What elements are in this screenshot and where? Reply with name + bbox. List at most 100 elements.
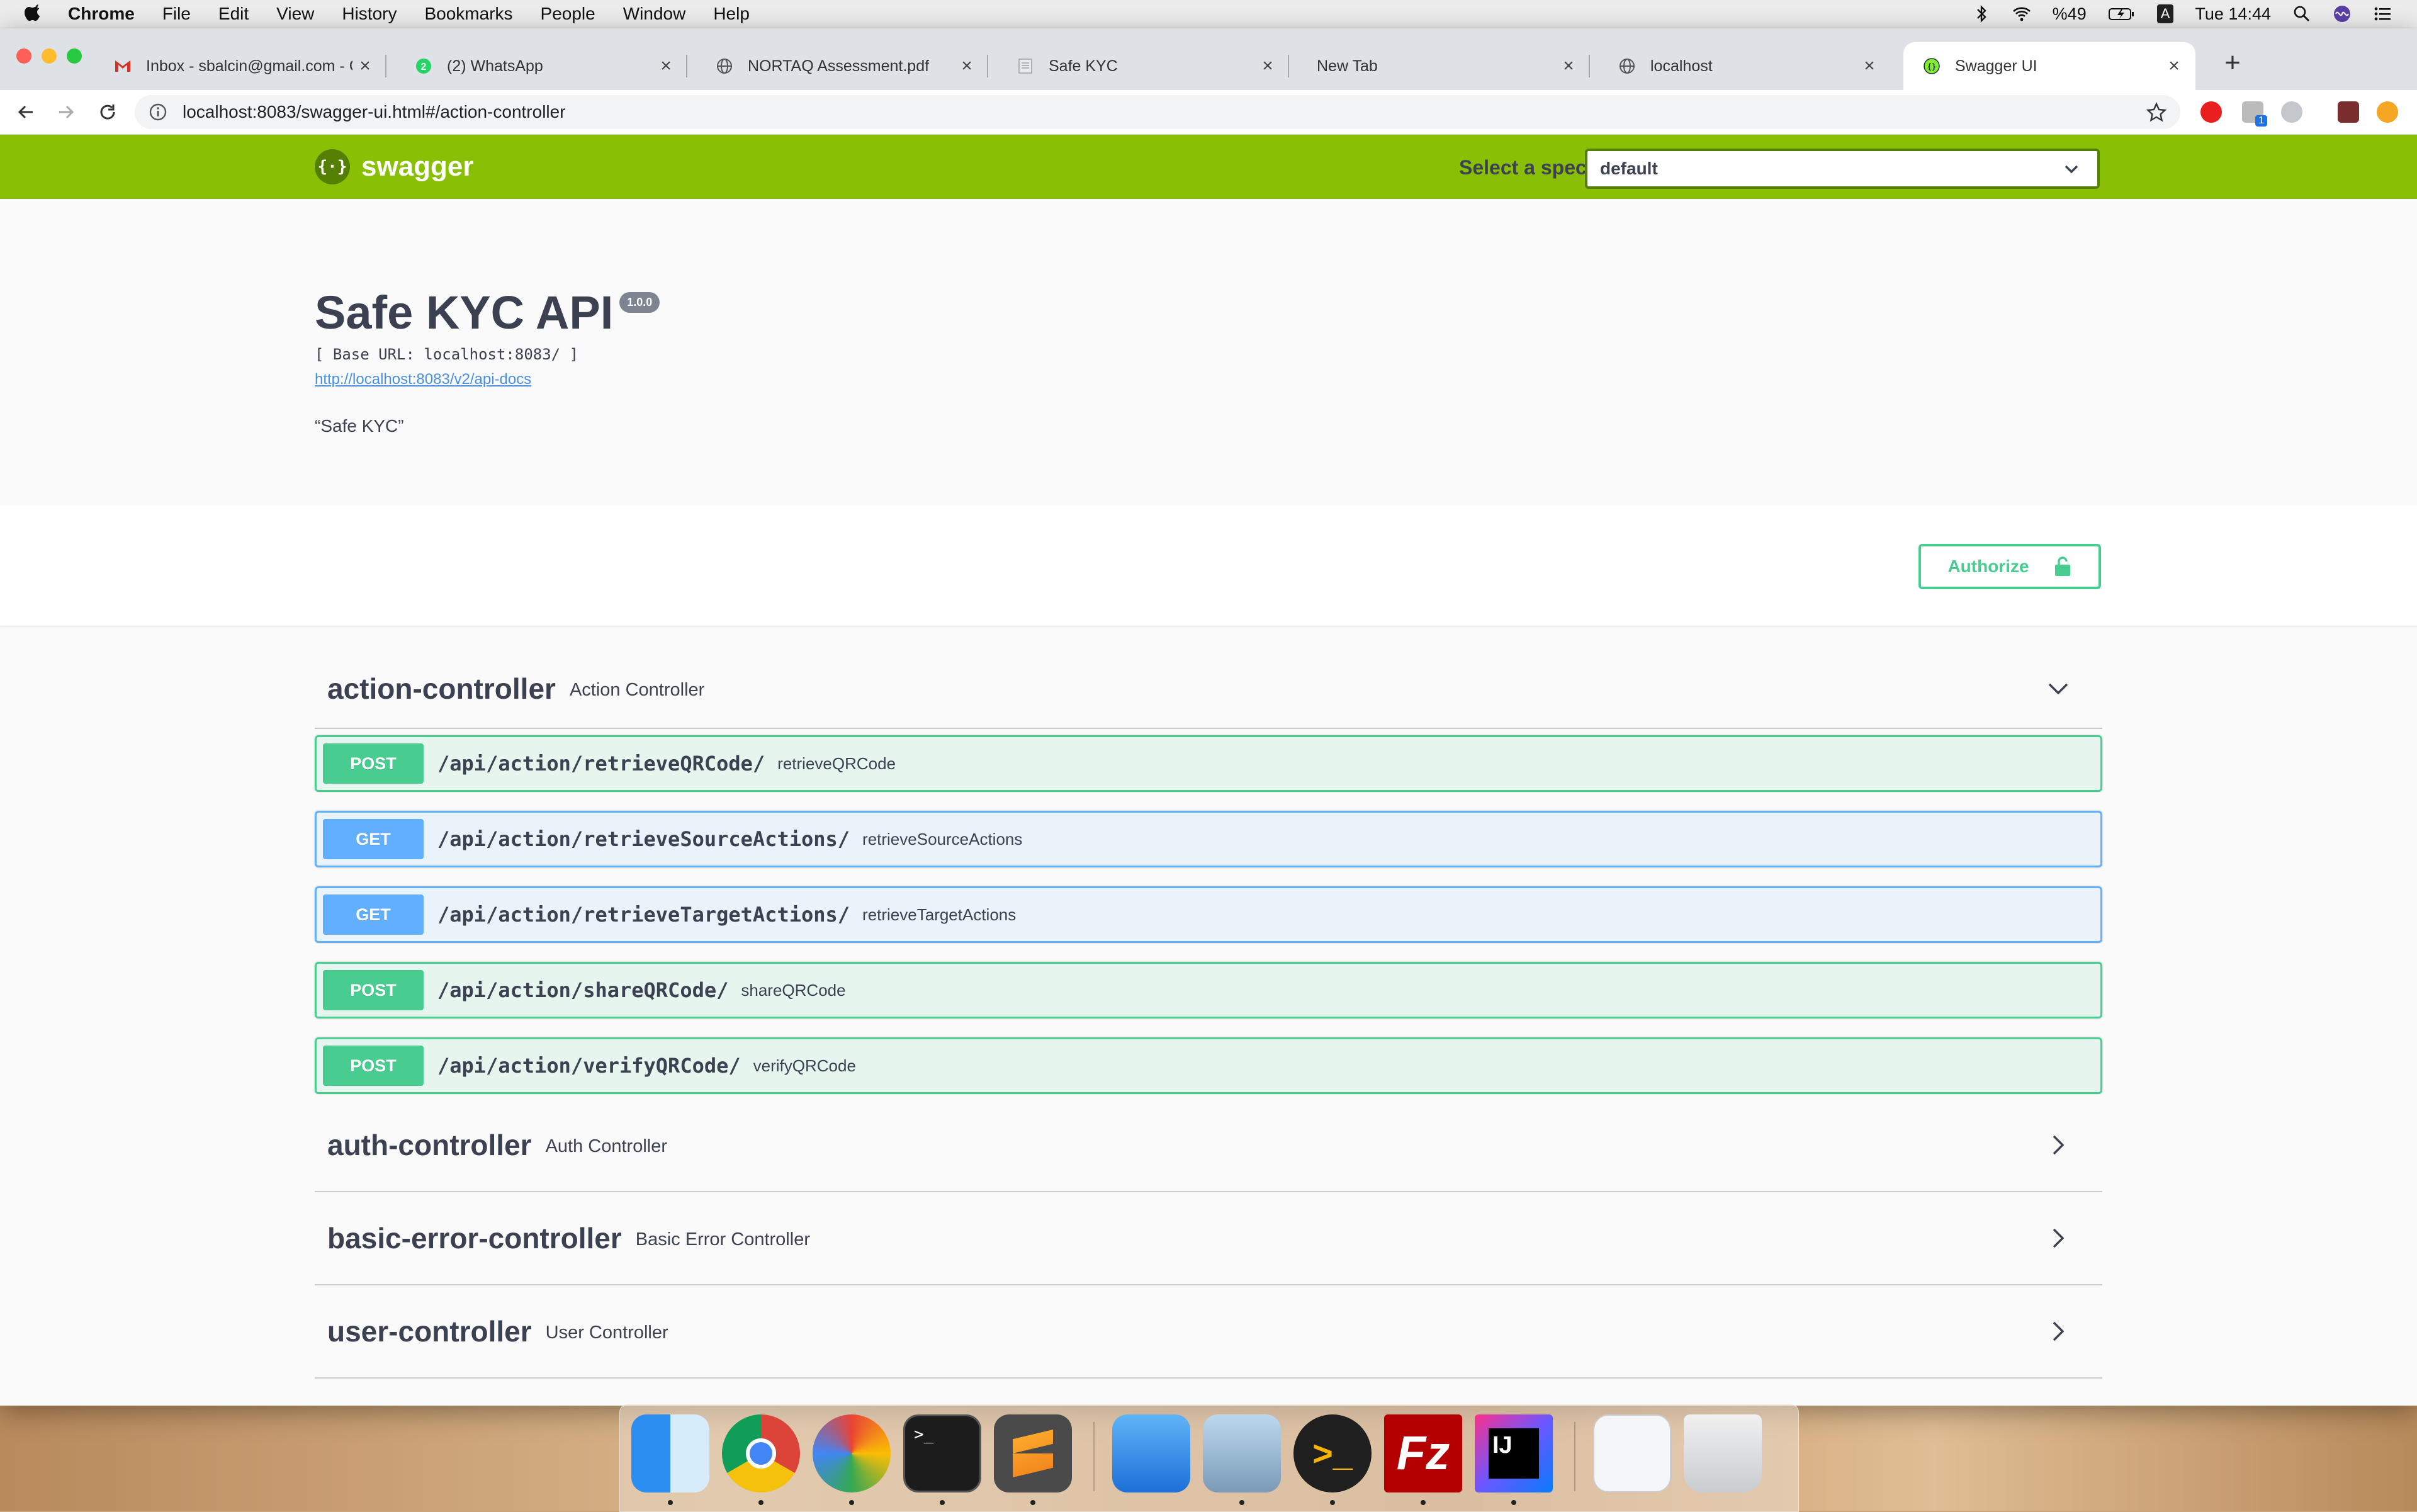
url-text[interactable]: localhost:8083/swagger-ui.html#/action-c… — [183, 102, 566, 122]
running-indicator — [758, 1500, 763, 1505]
menu-file[interactable]: File — [162, 4, 191, 24]
chevron-right-icon[interactable] — [2046, 1132, 2071, 1158]
swagger-logo[interactable]: {·} swagger — [315, 149, 474, 184]
tab-title: (2) WhatsApp — [447, 57, 543, 75]
wifi-icon[interactable] — [2012, 4, 2031, 23]
menu-bookmarks[interactable]: Bookmarks — [424, 4, 512, 24]
intellij-icon[interactable]: IJ — [1475, 1414, 1553, 1492]
spotlight-search-icon[interactable] — [2292, 4, 2311, 23]
sublime-text-icon[interactable] — [994, 1414, 1072, 1492]
forward-button[interactable] — [53, 99, 79, 125]
qr-code-app-icon[interactable] — [1593, 1414, 1671, 1492]
operation-path: /api/action/verifyQRCode/ — [437, 1054, 741, 1078]
globe-extension-icon[interactable] — [2281, 101, 2302, 123]
site-info-icon[interactable] — [149, 103, 167, 121]
finder-icon[interactable] — [631, 1414, 709, 1492]
tag-name: user-controller — [327, 1315, 532, 1348]
preview-icon[interactable] — [1203, 1414, 1281, 1492]
tab-close-icon[interactable]: × — [352, 55, 378, 77]
tab-close-icon[interactable]: × — [1556, 55, 1581, 77]
version-badge: 1.0.0 — [619, 292, 660, 313]
tab-whatsapp[interactable]: 2 (2) WhatsApp × — [395, 42, 687, 90]
chrome-icon[interactable] — [722, 1414, 800, 1492]
prompt-icon[interactable]: >_ — [1293, 1414, 1372, 1492]
menu-help[interactable]: Help — [713, 4, 750, 24]
tab-safe-kyc[interactable]: Safe KYC × — [997, 42, 1289, 90]
extension-orange-icon[interactable] — [2377, 101, 2398, 123]
window-zoom-button[interactable] — [67, 48, 82, 64]
operation-get-retrieve-source-actions[interactable]: GET /api/action/retrieveSourceActions/ r… — [315, 811, 2102, 867]
chevron-right-icon[interactable] — [2046, 1226, 2071, 1251]
menu-history[interactable]: History — [342, 4, 397, 24]
tag-action-controller[interactable]: action-controller Action Controller — [315, 650, 2102, 729]
menu-edit[interactable]: Edit — [218, 4, 249, 24]
tab-new-tab[interactable]: New Tab × — [1298, 42, 1590, 90]
bluetooth-icon[interactable] — [1972, 4, 1991, 23]
method-badge: POST — [323, 1046, 424, 1086]
swagger-brand-text: swagger — [361, 151, 474, 182]
operation-summary: retrieveQRCode — [777, 753, 896, 773]
apple-icon[interactable] — [24, 3, 43, 25]
opera-extension-icon[interactable] — [2200, 101, 2222, 123]
dock-separator — [1574, 1422, 1575, 1491]
window-minimize-button[interactable] — [42, 48, 57, 64]
macos-dock: >_ >_ Fz IJ — [619, 1404, 1799, 1512]
trash-icon[interactable] — [1684, 1414, 1762, 1492]
reload-button[interactable] — [94, 99, 121, 125]
menu-clock[interactable]: Tue 14:44 — [2195, 4, 2271, 24]
maps-pin-icon[interactable] — [813, 1414, 891, 1492]
tab-close-icon[interactable]: × — [2161, 55, 2187, 77]
tab-close-icon[interactable]: × — [1857, 55, 1882, 77]
xcode-simulator-icon[interactable] — [1112, 1414, 1190, 1492]
running-indicator — [668, 1500, 673, 1505]
authorize-label: Authorize — [1947, 556, 2029, 576]
back-button[interactable] — [13, 99, 39, 125]
battery-charging-icon[interactable] — [2108, 4, 2136, 23]
chevron-down-icon[interactable] — [2046, 676, 2071, 701]
tab-gmail[interactable]: Inbox - sbalcin@gmail.com - G × — [94, 42, 386, 90]
chevron-right-icon[interactable] — [2046, 1319, 2071, 1344]
operation-summary: shareQRCode — [741, 980, 846, 1000]
tag-description: Action Controller — [569, 679, 705, 700]
siri-icon[interactable] — [2333, 4, 2352, 23]
swagger-page: {·} swagger Select a spec default Safe K… — [0, 135, 2417, 1406]
tab-nortaq-pdf[interactable]: NORTAQ Assessment.pdf × — [696, 42, 988, 90]
tab-close-icon[interactable]: × — [954, 55, 979, 77]
tab-localhost[interactable]: localhost × — [1599, 42, 1891, 90]
terminal-icon[interactable]: >_ — [903, 1414, 981, 1492]
skype-extension-icon[interactable]: 1 — [2242, 101, 2267, 127]
globe-icon — [715, 57, 734, 76]
operation-post-verify-qrcode[interactable]: POST /api/action/verifyQRCode/ verifyQRC… — [315, 1037, 2102, 1094]
operation-post-retrieve-qrcode[interactable]: POST /api/action/retrieveQRCode/ retriev… — [315, 735, 2102, 792]
operation-summary: verifyQRCode — [753, 1056, 856, 1075]
api-info: Safe KYC API 1.0.0 [ Base URL: localhost… — [315, 286, 2102, 436]
running-indicator — [940, 1500, 945, 1505]
address-bar[interactable]: localhost:8083/swagger-ui.html#/action-c… — [135, 95, 2180, 129]
select-spec-label: Select a spec — [1459, 156, 1587, 179]
battery-percentage[interactable]: %49 — [2053, 4, 2087, 24]
authorize-button[interactable]: Authorize — [1918, 544, 2101, 589]
tab-close-icon[interactable]: × — [653, 55, 679, 77]
tag-name: auth-controller — [327, 1129, 532, 1161]
notification-center-icon[interactable] — [2373, 4, 2392, 23]
spec-select[interactable]: default — [1585, 149, 2100, 189]
input-source-indicator[interactable]: A — [2156, 4, 2174, 23]
menu-app-name[interactable]: Chrome — [68, 4, 135, 24]
tab-close-icon[interactable]: × — [1255, 55, 1280, 77]
operation-post-share-qrcode[interactable]: POST /api/action/shareQRCode/ shareQRCod… — [315, 962, 2102, 1018]
bookmark-star-icon[interactable] — [2146, 102, 2166, 122]
menu-window[interactable]: Window — [623, 4, 686, 24]
api-docs-link[interactable]: http://localhost:8083/v2/api-docs — [315, 371, 531, 388]
operation-get-retrieve-target-actions[interactable]: GET /api/action/retrieveTargetActions/ r… — [315, 886, 2102, 943]
tag-auth-controller[interactable]: auth-controller Auth Controller — [315, 1099, 2102, 1192]
window-close-button[interactable] — [16, 48, 31, 64]
tab-title: NORTAQ Assessment.pdf — [748, 57, 930, 75]
menu-view[interactable]: View — [276, 4, 314, 24]
new-tab-button[interactable]: + — [2217, 47, 2248, 79]
tab-swagger-ui[interactable]: {} Swagger UI × — [1903, 42, 2195, 90]
tag-basic-error-controller[interactable]: basic-error-controller Basic Error Contr… — [315, 1192, 2102, 1285]
tag-user-controller[interactable]: user-controller User Controller — [315, 1285, 2102, 1379]
menu-people[interactable]: People — [541, 4, 595, 24]
profile-avatar[interactable] — [2338, 101, 2359, 123]
filezilla-icon[interactable]: Fz — [1384, 1414, 1462, 1492]
